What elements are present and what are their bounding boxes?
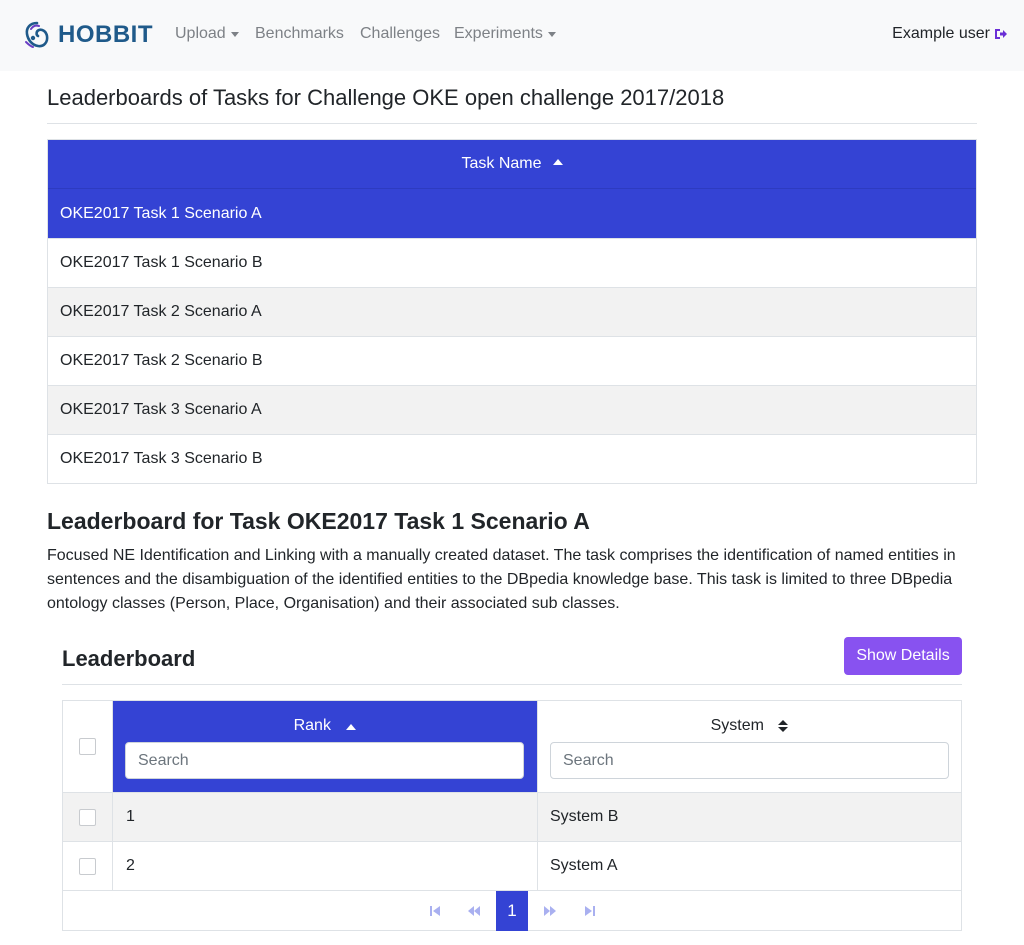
task-row-label: OKE2017 Task 3 Scenario A [60,401,262,418]
nav-upload-label: Upload [175,25,226,42]
sort-ascending-icon [552,159,563,165]
system-header-label-wrap: System [538,717,961,735]
divider [62,684,962,685]
leaderboard-panel-title: Leaderboard [62,646,196,671]
task-name-header-label: Task Name [461,155,542,172]
navbar: HOBBIT Upload Benchmarks Challenges Expe… [0,0,1024,71]
task-name-column-header[interactable]: Task Name [48,140,976,189]
brand-name: HOBBIT [58,21,153,48]
divider [47,123,977,124]
page-title: Leaderboards of Tasks for Challenge OKE … [47,85,725,110]
rank-search-input[interactable] [125,742,524,779]
task-row-label: OKE2017 Task 3 Scenario B [60,450,263,467]
select-all-cell [63,701,113,792]
chevron-down-icon [547,32,556,37]
leaderboard-table: Rank System 1 System B 2 System A [62,700,962,931]
show-details-button[interactable]: Show Details [844,637,962,675]
system-search-input[interactable] [550,742,949,779]
task-description: Focused NE Identification and Linking wi… [47,547,956,612]
previous-page-icon[interactable] [463,891,485,931]
task-row[interactable]: OKE2017 Task 3 Scenario A [48,385,976,434]
rank-header-label: Rank [293,717,331,734]
leaderboard-table-header: Rank System [63,701,961,792]
rank-column-header[interactable]: Rank [113,701,537,792]
task-row[interactable]: OKE2017 Task 2 Scenario A [48,287,976,336]
system-column-header[interactable]: System [537,701,961,792]
task-row-label: OKE2017 Task 1 Scenario A [60,204,262,222]
nav-challenges-label: Challenges [360,25,441,42]
select-all-checkbox[interactable] [79,738,96,755]
nav-challenges[interactable]: Challenges [360,25,440,43]
row-checkbox[interactable] [79,808,96,826]
task-row-label: OKE2017 Task 1 Scenario B [60,254,263,271]
rank-header-label-wrap: Rank [113,717,537,735]
nav-upload[interactable]: Upload [175,25,239,43]
table-row[interactable]: 1 System B [63,792,961,841]
task-row-label: OKE2017 Task 2 Scenario A [60,303,262,320]
pagination: 1 [63,890,961,931]
task-row[interactable]: OKE2017 Task 2 Scenario B [48,336,976,385]
rank-cell: 1 [126,808,135,825]
row-checkbox[interactable] [79,857,96,875]
task-table: Task Name OKE2017 Task 1 Scenario A OKE2… [47,139,977,484]
user-menu-link[interactable]: Example user [892,25,1008,43]
user-name: Example user [892,25,990,42]
nav-experiments-label: Experiments [454,25,543,42]
row-select-cell [63,793,113,841]
last-page-icon[interactable] [580,891,600,931]
nav-benchmarks-label: Benchmarks [255,25,344,42]
task-row-label: OKE2017 Task 2 Scenario B [60,352,263,369]
task-row[interactable]: OKE2017 Task 3 Scenario B [48,434,976,483]
brand-link[interactable]: HOBBIT [22,18,153,52]
nav-experiments[interactable]: Experiments [454,25,556,43]
task-row[interactable]: OKE2017 Task 1 Scenario B [48,238,976,287]
rank-cell: 2 [126,857,135,874]
table-row[interactable]: 2 System A [63,841,961,890]
row-select-cell [63,842,113,890]
first-page-icon[interactable] [425,891,445,931]
next-page-icon[interactable] [539,891,561,931]
sort-icon [778,719,789,732]
system-cell: System A [537,842,961,890]
task-row[interactable]: OKE2017 Task 1 Scenario A [48,189,976,238]
system-cell: System B [537,793,961,841]
logout-icon [995,29,1007,39]
system-header-label: System [710,717,764,734]
page-button-current[interactable]: 1 [496,891,528,931]
hobbit-logo-icon [25,21,49,48]
sort-ascending-icon [346,724,357,730]
chevron-down-icon [230,32,239,37]
leaderboard-title: Leaderboard for Task OKE2017 Task 1 Scen… [47,508,590,534]
nav-benchmarks[interactable]: Benchmarks [255,25,344,43]
